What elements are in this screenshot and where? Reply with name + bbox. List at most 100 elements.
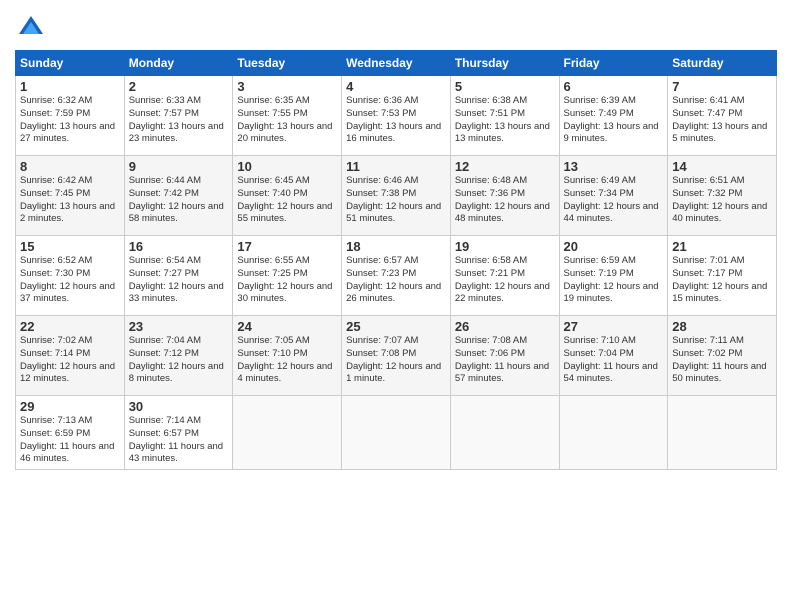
day-number: 3: [237, 79, 337, 94]
day-number: 28: [672, 319, 772, 334]
daylight-label: Daylight: 13 hours and 16 minutes.: [346, 121, 441, 145]
day-number: 2: [129, 79, 229, 94]
cell-info: Sunrise: 6:32 AM Sunset: 7:59 PM Dayligh…: [20, 95, 120, 146]
calendar-cell: 17 Sunrise: 6:55 AM Sunset: 7:25 PM Dayl…: [233, 236, 342, 316]
sunset-label: Sunset: 7:23 PM: [346, 268, 416, 279]
sunset-label: Sunset: 7:38 PM: [346, 188, 416, 199]
calendar-cell: 14 Sunrise: 6:51 AM Sunset: 7:32 PM Dayl…: [668, 156, 777, 236]
cell-info: Sunrise: 7:02 AM Sunset: 7:14 PM Dayligh…: [20, 335, 120, 386]
sunset-label: Sunset: 7:12 PM: [129, 348, 199, 359]
cell-info: Sunrise: 6:38 AM Sunset: 7:51 PM Dayligh…: [455, 95, 555, 146]
calendar-cell: 11 Sunrise: 6:46 AM Sunset: 7:38 PM Dayl…: [342, 156, 451, 236]
daylight-label: Daylight: 12 hours and 4 minutes.: [237, 361, 332, 385]
sunset-label: Sunset: 7:57 PM: [129, 108, 199, 119]
sunset-label: Sunset: 7:21 PM: [455, 268, 525, 279]
sunrise-label: Sunrise: 6:52 AM: [20, 255, 92, 266]
sunrise-label: Sunrise: 6:58 AM: [455, 255, 527, 266]
calendar-cell: 19 Sunrise: 6:58 AM Sunset: 7:21 PM Dayl…: [450, 236, 559, 316]
sunrise-label: Sunrise: 6:59 AM: [564, 255, 636, 266]
cell-info: Sunrise: 6:58 AM Sunset: 7:21 PM Dayligh…: [455, 255, 555, 306]
sunset-label: Sunset: 7:34 PM: [564, 188, 634, 199]
cell-info: Sunrise: 6:51 AM Sunset: 7:32 PM Dayligh…: [672, 175, 772, 226]
calendar-cell: 18 Sunrise: 6:57 AM Sunset: 7:23 PM Dayl…: [342, 236, 451, 316]
day-number: 12: [455, 159, 555, 174]
day-number: 18: [346, 239, 446, 254]
daylight-label: Daylight: 12 hours and 37 minutes.: [20, 281, 115, 305]
sunrise-label: Sunrise: 6:39 AM: [564, 95, 636, 106]
daylight-label: Daylight: 13 hours and 9 minutes.: [564, 121, 659, 145]
page-header: [15, 10, 777, 42]
sunset-label: Sunset: 7:59 PM: [20, 108, 90, 119]
day-number: 21: [672, 239, 772, 254]
sunrise-label: Sunrise: 6:36 AM: [346, 95, 418, 106]
calendar-cell: 27 Sunrise: 7:10 AM Sunset: 7:04 PM Dayl…: [559, 316, 668, 396]
calendar-cell: 9 Sunrise: 6:44 AM Sunset: 7:42 PM Dayli…: [124, 156, 233, 236]
calendar-cell: [559, 396, 668, 470]
logo-icon: [17, 14, 45, 42]
sunset-label: Sunset: 7:02 PM: [672, 348, 742, 359]
sunrise-label: Sunrise: 7:13 AM: [20, 415, 92, 426]
sunset-label: Sunset: 7:40 PM: [237, 188, 307, 199]
day-number: 27: [564, 319, 664, 334]
sunrise-label: Sunrise: 7:08 AM: [455, 335, 527, 346]
calendar-cell: [450, 396, 559, 470]
sunset-label: Sunset: 7:55 PM: [237, 108, 307, 119]
sunset-label: Sunset: 7:32 PM: [672, 188, 742, 199]
sunrise-label: Sunrise: 6:45 AM: [237, 175, 309, 186]
calendar-cell: 2 Sunrise: 6:33 AM Sunset: 7:57 PM Dayli…: [124, 76, 233, 156]
cell-info: Sunrise: 6:39 AM Sunset: 7:49 PM Dayligh…: [564, 95, 664, 146]
sunset-label: Sunset: 7:49 PM: [564, 108, 634, 119]
header-row: SundayMondayTuesdayWednesdayThursdayFrid…: [16, 51, 777, 76]
cell-info: Sunrise: 7:14 AM Sunset: 6:57 PM Dayligh…: [129, 415, 229, 466]
daylight-label: Daylight: 12 hours and 55 minutes.: [237, 201, 332, 225]
daylight-label: Daylight: 12 hours and 51 minutes.: [346, 201, 441, 225]
calendar-cell: [342, 396, 451, 470]
cell-info: Sunrise: 7:13 AM Sunset: 6:59 PM Dayligh…: [20, 415, 120, 466]
day-number: 29: [20, 399, 120, 414]
sunrise-label: Sunrise: 7:07 AM: [346, 335, 418, 346]
sunrise-label: Sunrise: 6:41 AM: [672, 95, 744, 106]
sunrise-label: Sunrise: 6:54 AM: [129, 255, 201, 266]
day-number: 9: [129, 159, 229, 174]
sunset-label: Sunset: 7:53 PM: [346, 108, 416, 119]
daylight-label: Daylight: 12 hours and 12 minutes.: [20, 361, 115, 385]
calendar-cell: 4 Sunrise: 6:36 AM Sunset: 7:53 PM Dayli…: [342, 76, 451, 156]
cell-info: Sunrise: 6:49 AM Sunset: 7:34 PM Dayligh…: [564, 175, 664, 226]
calendar-cell: 28 Sunrise: 7:11 AM Sunset: 7:02 PM Dayl…: [668, 316, 777, 396]
sunset-label: Sunset: 7:17 PM: [672, 268, 742, 279]
daylight-label: Daylight: 12 hours and 33 minutes.: [129, 281, 224, 305]
calendar-cell: [668, 396, 777, 470]
sunrise-label: Sunrise: 7:10 AM: [564, 335, 636, 346]
calendar-cell: [233, 396, 342, 470]
day-number: 5: [455, 79, 555, 94]
day-number: 17: [237, 239, 337, 254]
col-header-saturday: Saturday: [668, 51, 777, 76]
daylight-label: Daylight: 12 hours and 19 minutes.: [564, 281, 659, 305]
sunrise-label: Sunrise: 7:11 AM: [672, 335, 744, 346]
calendar-cell: 8 Sunrise: 6:42 AM Sunset: 7:45 PM Dayli…: [16, 156, 125, 236]
calendar-cell: 22 Sunrise: 7:02 AM Sunset: 7:14 PM Dayl…: [16, 316, 125, 396]
day-number: 1: [20, 79, 120, 94]
cell-info: Sunrise: 7:01 AM Sunset: 7:17 PM Dayligh…: [672, 255, 772, 306]
sunset-label: Sunset: 7:10 PM: [237, 348, 307, 359]
cell-info: Sunrise: 7:05 AM Sunset: 7:10 PM Dayligh…: [237, 335, 337, 386]
day-number: 11: [346, 159, 446, 174]
sunrise-label: Sunrise: 6:33 AM: [129, 95, 201, 106]
cell-info: Sunrise: 6:52 AM Sunset: 7:30 PM Dayligh…: [20, 255, 120, 306]
daylight-label: Daylight: 12 hours and 58 minutes.: [129, 201, 224, 225]
col-header-friday: Friday: [559, 51, 668, 76]
sunset-label: Sunset: 7:08 PM: [346, 348, 416, 359]
sunset-label: Sunset: 6:59 PM: [20, 428, 90, 439]
sunset-label: Sunset: 7:47 PM: [672, 108, 742, 119]
daylight-label: Daylight: 12 hours and 48 minutes.: [455, 201, 550, 225]
col-header-wednesday: Wednesday: [342, 51, 451, 76]
day-number: 25: [346, 319, 446, 334]
daylight-label: Daylight: 12 hours and 1 minute.: [346, 361, 441, 385]
day-number: 24: [237, 319, 337, 334]
calendar-cell: 6 Sunrise: 6:39 AM Sunset: 7:49 PM Dayli…: [559, 76, 668, 156]
week-row-5: 29 Sunrise: 7:13 AM Sunset: 6:59 PM Dayl…: [16, 396, 777, 470]
sunrise-label: Sunrise: 6:35 AM: [237, 95, 309, 106]
sunset-label: Sunset: 7:51 PM: [455, 108, 525, 119]
cell-info: Sunrise: 6:59 AM Sunset: 7:19 PM Dayligh…: [564, 255, 664, 306]
daylight-label: Daylight: 13 hours and 5 minutes.: [672, 121, 767, 145]
